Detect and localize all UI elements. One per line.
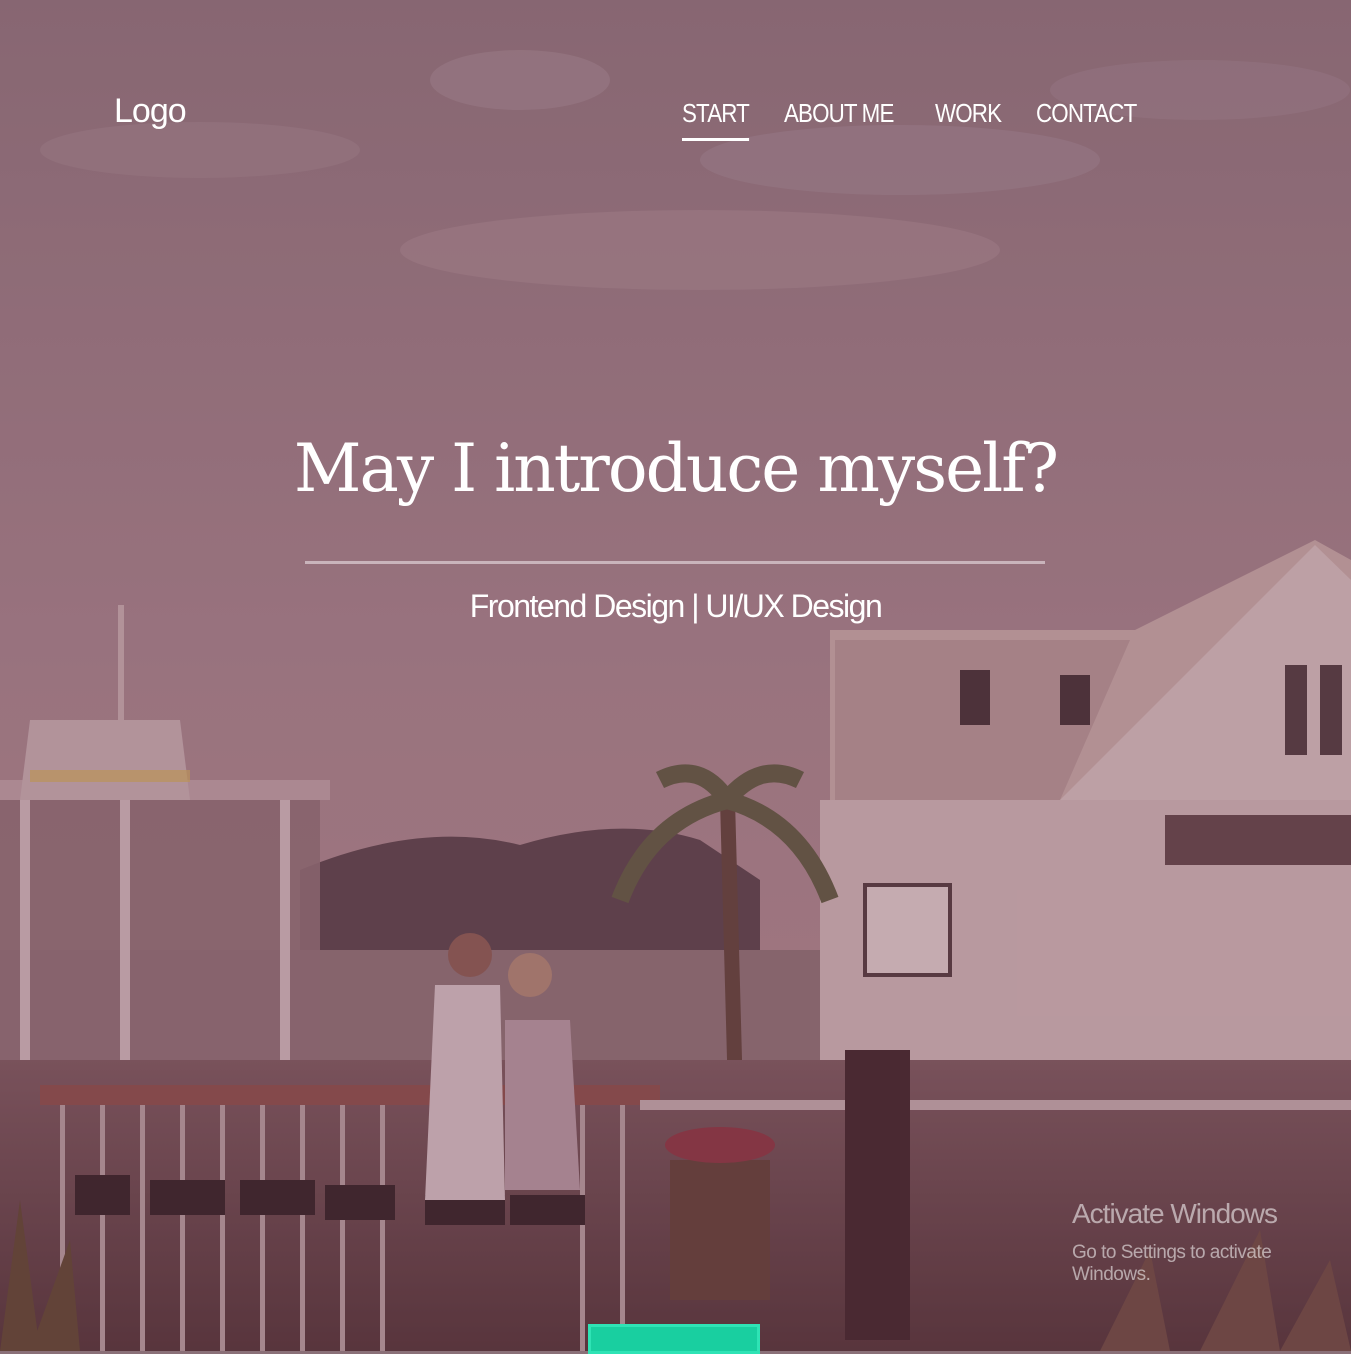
nav-item-work[interactable]: WORK	[935, 98, 1002, 137]
logo[interactable]: Logo	[114, 92, 187, 131]
hero-title: May I introduce myself?	[293, 430, 1059, 507]
windows-activation-watermark: Activate Windows Go to Settings to activ…	[1072, 1198, 1351, 1286]
hero-subtitle: Frontend Design | UI/UX Design	[469, 588, 883, 624]
nav-item-about-me[interactable]: ABOUT ME	[784, 98, 894, 137]
hero-section	[0, 0, 1351, 1351]
nav-item-start[interactable]: START	[682, 98, 750, 141]
hero-divider	[305, 561, 1045, 564]
main-nav: START ABOUT ME WORK CONTACT	[682, 98, 1153, 141]
hero-color-overlay	[0, 0, 1351, 1351]
watermark-title: Activate Windows	[1072, 1198, 1278, 1229]
nav-item-contact[interactable]: CONTACT	[1036, 98, 1137, 137]
scroll-down-button[interactable]	[588, 1324, 760, 1354]
watermark-subtitle: Go to Settings to activate Windows.	[1072, 1242, 1272, 1285]
